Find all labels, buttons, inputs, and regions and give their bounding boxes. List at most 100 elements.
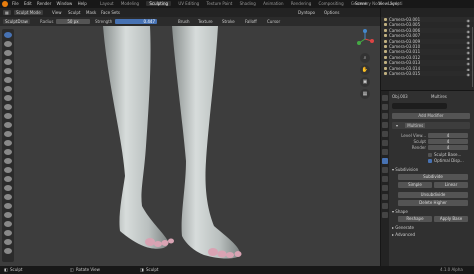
- constraints-tab-icon[interactable]: [382, 185, 388, 191]
- scene-selector[interactable]: Scene: [355, 1, 367, 6]
- transform-tool-icon[interactable]: [4, 248, 12, 254]
- camera-view-icon[interactable]: ▣: [360, 77, 370, 87]
- apply-base-button[interactable]: Apply Base: [434, 216, 468, 222]
- tool-tab-icon[interactable]: [382, 95, 388, 101]
- optimal-display-checkbox[interactable]: Optimal Disp...: [428, 158, 464, 163]
- particles-tab-icon[interactable]: [382, 167, 388, 173]
- view-layer-selector[interactable]: ViewLayer: [378, 1, 399, 6]
- texture-dropdown[interactable]: Texture: [196, 19, 215, 24]
- collapse-chevron-icon[interactable]: ▾: [396, 123, 398, 128]
- brush-selector[interactable]: SculptDraw: [3, 19, 30, 24]
- material-tab-icon[interactable]: [382, 203, 388, 209]
- draw-sharp-brush-icon[interactable]: [4, 41, 12, 47]
- multires-modifier-header[interactable]: ▾ Multires: [392, 122, 470, 129]
- rotate-brush-icon[interactable]: [4, 221, 12, 227]
- brush-dropdown[interactable]: Brush: [176, 19, 192, 24]
- smooth-brush-icon[interactable]: [4, 113, 12, 119]
- box-mask-icon[interactable]: [4, 239, 12, 245]
- outliner-item[interactable]: Camera-03.015 ◉: [381, 70, 474, 77]
- tab-rendering[interactable]: Rendering: [291, 1, 311, 6]
- advanced-section-header[interactable]: ▸ Advanced: [392, 232, 415, 237]
- clay-brush-icon[interactable]: [4, 50, 12, 56]
- multiplane-scrape-brush-icon[interactable]: [4, 149, 12, 155]
- menu-render[interactable]: Render: [37, 1, 51, 6]
- level-viewport-field[interactable]: 4: [428, 133, 468, 138]
- pinch-brush-icon[interactable]: [4, 158, 12, 164]
- tab-layout[interactable]: Layout: [100, 1, 114, 6]
- flatten-brush-icon[interactable]: [4, 122, 12, 128]
- radius-field[interactable]: 50 px: [56, 19, 90, 24]
- strength-slider[interactable]: 0.447: [115, 19, 157, 24]
- grab-brush-icon[interactable]: [4, 167, 12, 173]
- generate-section-header[interactable]: ▸ Generate: [392, 225, 414, 230]
- options-dropdown[interactable]: Options: [324, 8, 339, 17]
- sculpt-base-checkbox[interactable]: Sculpt Base...: [428, 152, 461, 157]
- sculpt-level-field[interactable]: 4: [428, 139, 468, 144]
- crease-brush-icon[interactable]: [4, 104, 12, 110]
- view-layer-tab-icon[interactable]: [382, 122, 388, 128]
- scene-tab-icon[interactable]: [382, 131, 388, 137]
- tab-animation[interactable]: Animation: [263, 1, 283, 6]
- pan-hand-icon[interactable]: ✋: [360, 65, 370, 75]
- nudge-brush-icon[interactable]: [4, 212, 12, 218]
- menu-help[interactable]: Help: [78, 1, 87, 6]
- eye-icon[interactable]: ◉: [467, 72, 471, 77]
- shape-section-header[interactable]: ▾ Shape: [392, 209, 408, 214]
- falloff-dropdown[interactable]: Falloff: [243, 19, 259, 24]
- modifier-wrench-icon[interactable]: [382, 158, 388, 164]
- object-tab-icon[interactable]: [382, 149, 388, 155]
- tab-uv-editing[interactable]: UV Editing: [178, 1, 199, 6]
- axis-gizmo-icon[interactable]: [355, 29, 375, 49]
- fill-brush-icon[interactable]: [4, 131, 12, 137]
- clay-strips-brush-icon[interactable]: [4, 59, 12, 65]
- tab-modeling[interactable]: Modeling: [121, 1, 139, 6]
- menu-mask[interactable]: Mask: [86, 8, 96, 17]
- world-tab-icon[interactable]: [382, 140, 388, 146]
- linear-button[interactable]: Linear: [434, 182, 468, 188]
- data-tab-icon[interactable]: [382, 194, 388, 200]
- add-modifier-button[interactable]: Add Modifier: [392, 113, 470, 119]
- delete-higher-button[interactable]: Delete Higher: [398, 200, 468, 206]
- properties-search-input[interactable]: [392, 103, 447, 109]
- tab-shading[interactable]: Shading: [240, 1, 256, 6]
- perspective-grid-icon[interactable]: ▦: [360, 89, 370, 99]
- elastic-deform-brush-icon[interactable]: [4, 176, 12, 182]
- outliner-scrollbar[interactable]: [472, 27, 473, 87]
- menu-view[interactable]: View: [52, 8, 62, 17]
- menu-file[interactable]: File: [12, 1, 19, 6]
- subdivision-section-header[interactable]: ▾ Subdivision: [392, 167, 418, 172]
- pose-brush-icon[interactable]: [4, 203, 12, 209]
- tab-texture-paint[interactable]: Texture Paint: [207, 1, 233, 6]
- snake-hook-brush-icon[interactable]: [4, 185, 12, 191]
- thumb-brush-icon[interactable]: [4, 194, 12, 200]
- modifier-name-field[interactable]: Multires: [405, 123, 426, 128]
- blender-logo-icon[interactable]: [2, 1, 8, 7]
- draw-brush-icon[interactable]: [4, 32, 12, 38]
- dyntopo-toggle[interactable]: Dyntopo: [298, 8, 315, 17]
- menu-sculpt[interactable]: Sculpt: [68, 8, 81, 17]
- stroke-dropdown[interactable]: Stroke: [220, 19, 237, 24]
- 3d-viewport[interactable]: ⌕ ✋ ▣ ▦: [0, 26, 380, 266]
- tab-sculpting[interactable]: Sculpting: [146, 1, 172, 6]
- simple-button[interactable]: Simple: [398, 182, 432, 188]
- blob-brush-icon[interactable]: [4, 95, 12, 101]
- tab-compositing[interactable]: Compositing: [319, 1, 344, 6]
- mode-selector[interactable]: Sculpt Mode: [14, 10, 43, 15]
- render-level-field[interactable]: 4: [428, 145, 468, 150]
- editor-type-icon[interactable]: ▦: [3, 10, 11, 15]
- render-tab-icon[interactable]: [382, 104, 388, 110]
- layer-brush-icon[interactable]: [4, 77, 12, 83]
- cursor-dropdown[interactable]: Cursor: [265, 19, 282, 24]
- subdivide-button[interactable]: Subdivide: [398, 174, 468, 180]
- inflate-brush-icon[interactable]: [4, 86, 12, 92]
- menu-edit[interactable]: Edit: [24, 1, 32, 6]
- menu-window[interactable]: Window: [57, 1, 73, 6]
- scrape-brush-icon[interactable]: [4, 140, 12, 146]
- output-tab-icon[interactable]: [382, 113, 388, 119]
- clay-thumb-brush-icon[interactable]: [4, 68, 12, 74]
- reshape-button[interactable]: Reshape: [398, 216, 432, 222]
- unsubdivide-button[interactable]: Unsubdivide: [398, 192, 468, 198]
- zoom-icon[interactable]: ⌕: [360, 53, 370, 63]
- texture-tab-icon[interactable]: [382, 212, 388, 218]
- menu-face-sets[interactable]: Face Sets: [101, 8, 120, 17]
